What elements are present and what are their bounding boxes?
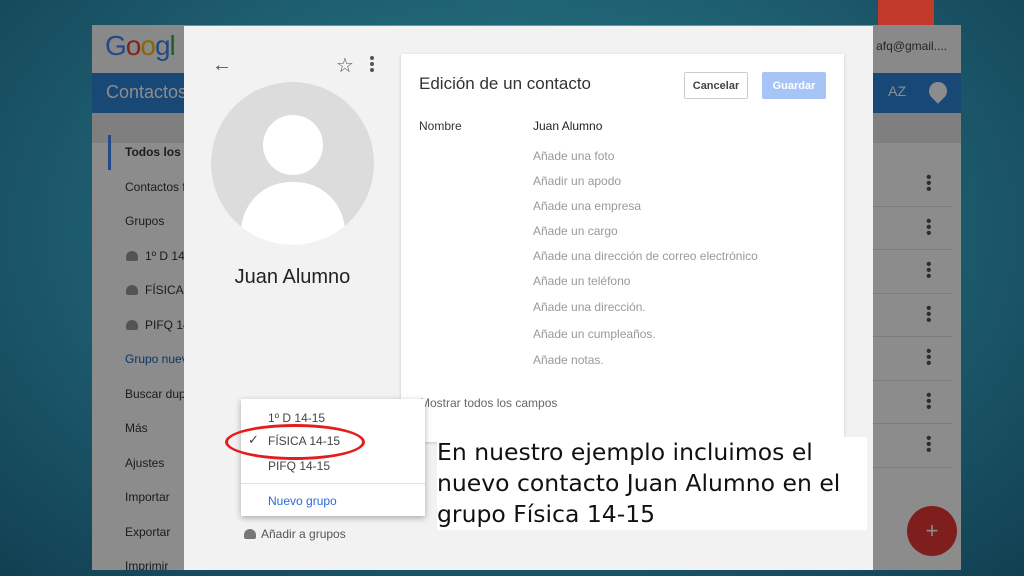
name-field[interactable]: Juan Alumno (533, 119, 602, 133)
show-all-fields-link[interactable]: Mostrar todos los campos (420, 396, 557, 410)
slide-accent-tab (878, 0, 934, 26)
menu-divider (241, 483, 425, 484)
cancel-button[interactable]: Cancelar (684, 72, 748, 99)
new-group-option[interactable]: Nuevo grupo (268, 494, 337, 508)
add-job-title-link[interactable]: Añade un cargo (533, 219, 758, 244)
more-vert-icon[interactable] (370, 56, 374, 74)
edit-title: Edición de un contacto (419, 74, 592, 93)
add-birthday-link[interactable]: Añade un cumpleaños. (533, 321, 758, 348)
back-arrow-icon[interactable]: ← (212, 54, 232, 77)
add-to-groups-button[interactable]: Añadir a grupos (244, 527, 346, 541)
avatar-body-shape (241, 182, 345, 245)
add-to-groups-label: Añadir a grupos (261, 527, 346, 541)
slide-caption: En nuestro ejemplo incluimos el nuevo co… (437, 437, 867, 530)
add-company-link[interactable]: Añade una empresa (533, 194, 758, 219)
group-option-pifq[interactable]: PIFQ 14-15 (268, 459, 330, 473)
add-nickname-link[interactable]: Añadir un apodo (533, 169, 758, 194)
group-icon (244, 529, 256, 539)
add-email-link[interactable]: Añade una dirección de correo electrónic… (533, 244, 758, 269)
add-phone-link[interactable]: Añade un teléfono (533, 269, 758, 294)
add-notes-link[interactable]: Añade notas. (533, 347, 758, 374)
add-photo-link[interactable]: Añade una foto (533, 144, 758, 169)
add-address-link[interactable]: Añade una dirección. (533, 294, 758, 321)
name-label: Nombre (419, 119, 462, 133)
highlight-annotation-oval (225, 424, 365, 460)
edit-contact-card: Edición de un contacto Cancelar Guardar … (401, 54, 844, 442)
save-button[interactable]: Guardar (762, 72, 826, 99)
avatar-head-shape (263, 115, 323, 175)
group-option-1d[interactable]: 1º D 14-15 (268, 411, 325, 425)
contact-name: Juan Alumno (234, 266, 351, 288)
add-field-list: Añade una foto Añadir un apodo Añade una… (533, 144, 758, 374)
avatar[interactable] (211, 82, 374, 245)
star-icon[interactable]: ☆ (336, 53, 354, 78)
